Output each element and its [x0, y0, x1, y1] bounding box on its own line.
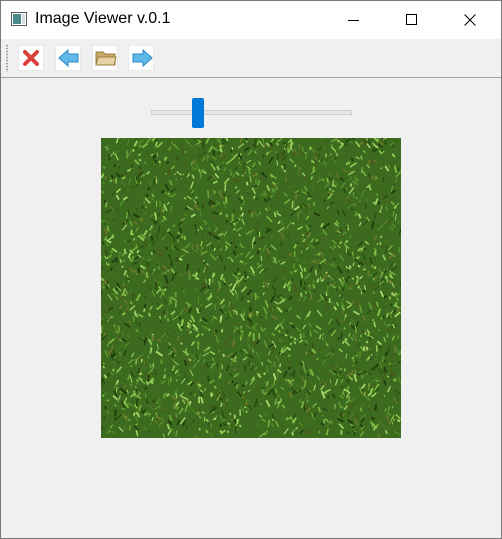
maximize-icon [406, 14, 417, 25]
toolbar-grip-handle[interactable] [6, 44, 8, 72]
folder-icon [95, 51, 117, 66]
close-icon [464, 14, 476, 26]
zoom-slider[interactable] [151, 98, 352, 128]
title-bar[interactable]: Image Viewer v.0.1 [1, 1, 501, 39]
toolbar [1, 39, 501, 78]
minimize-button[interactable] [331, 1, 377, 39]
maximize-button[interactable] [389, 1, 435, 39]
close-window-button[interactable] [447, 1, 493, 39]
window-title: Image Viewer v.0.1 [35, 10, 171, 27]
previous-image-button[interactable] [55, 45, 81, 71]
red-x-icon [23, 50, 39, 66]
image-display [101, 138, 401, 438]
next-image-button[interactable] [128, 45, 154, 71]
grass-texture-image [101, 138, 401, 438]
arrow-right-icon [132, 48, 153, 68]
slider-handle[interactable] [192, 98, 204, 128]
image-viewer-window: Image Viewer v.0.1 [0, 0, 502, 539]
minimize-icon [348, 20, 359, 21]
close-image-button[interactable] [18, 45, 44, 71]
open-folder-button[interactable] [92, 45, 118, 71]
toolbar-divider [1, 77, 501, 78]
window-app-icon [11, 12, 27, 26]
arrow-left-icon [58, 48, 79, 68]
slider-groove[interactable] [151, 110, 352, 115]
